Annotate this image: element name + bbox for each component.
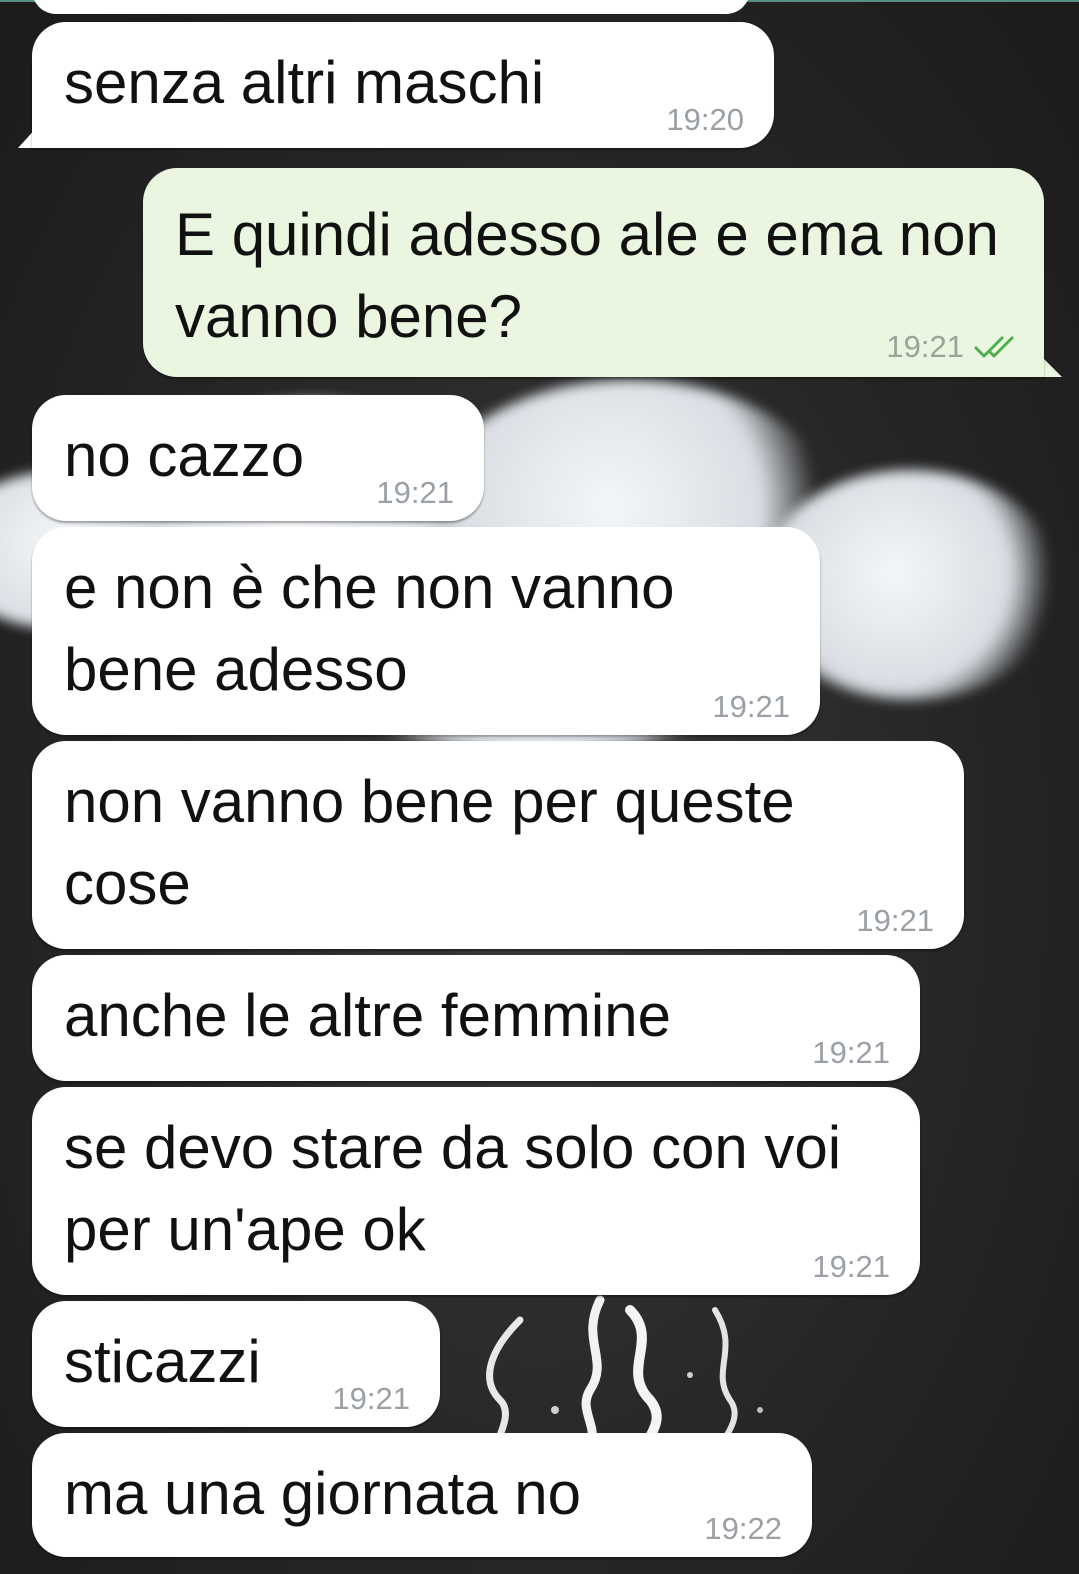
previous-message-bubble[interactable] — [32, 0, 750, 14]
message-bubble-incoming[interactable]: anche le altre femmine 19:21 — [32, 955, 920, 1081]
message-bubble-incoming[interactable]: no cazzo 19:21 — [32, 395, 484, 521]
timestamp: 19:21 — [812, 1035, 890, 1070]
timestamp: 19:21 — [886, 329, 964, 364]
message-time: 19:21 — [712, 689, 790, 725]
timestamp: 19:21 — [712, 689, 790, 724]
timestamp: 19:21 — [332, 1381, 410, 1416]
message-text: non vanno bene per queste cose — [64, 768, 795, 917]
message-time: 19:22 — [704, 1511, 782, 1547]
message-time: 19:21 — [812, 1249, 890, 1285]
message-bubble-incoming[interactable]: ma una giornata no 19:22 — [32, 1433, 812, 1557]
message-time: 19:21 — [376, 475, 454, 511]
message-text: senza altri maschi — [64, 49, 545, 116]
message-bubble-incoming[interactable]: se devo stare da solo con voi per un'ape… — [32, 1087, 920, 1295]
double-check-icon — [974, 334, 1022, 360]
timestamp: 19:21 — [856, 903, 934, 938]
message-text: e non è che non vanno bene adesso — [64, 554, 675, 703]
message-text: anche le altre femmine — [64, 982, 671, 1049]
message-time: 19:21 — [886, 329, 1022, 365]
message-bubble-incoming[interactable]: senza altri maschi 19:20 — [32, 22, 774, 148]
message-time: 19:20 — [666, 102, 744, 138]
timestamp: 19:21 — [812, 1249, 890, 1284]
timestamp: 19:20 — [666, 102, 744, 137]
message-text: ma una giornata no — [64, 1460, 582, 1527]
message-text: no cazzo — [64, 422, 305, 489]
timestamp: 19:22 — [704, 1511, 782, 1546]
message-time: 19:21 — [332, 1381, 410, 1417]
message-time: 19:21 — [856, 903, 934, 939]
message-text: se devo stare da solo con voi per un'ape… — [64, 1114, 842, 1263]
message-bubble-incoming[interactable]: non vanno bene per queste cose 19:21 — [32, 741, 964, 949]
timestamp: 19:21 — [376, 475, 454, 510]
message-bubble-outgoing[interactable]: E quindi adesso ale e ema non vanno bene… — [143, 168, 1044, 377]
message-bubble-incoming[interactable]: sticazzi 19:21 — [32, 1301, 440, 1427]
message-bubble-incoming[interactable]: e non è che non vanno bene adesso 19:21 — [32, 527, 820, 735]
message-text: sticazzi — [64, 1328, 261, 1395]
message-time: 19:21 — [812, 1035, 890, 1071]
